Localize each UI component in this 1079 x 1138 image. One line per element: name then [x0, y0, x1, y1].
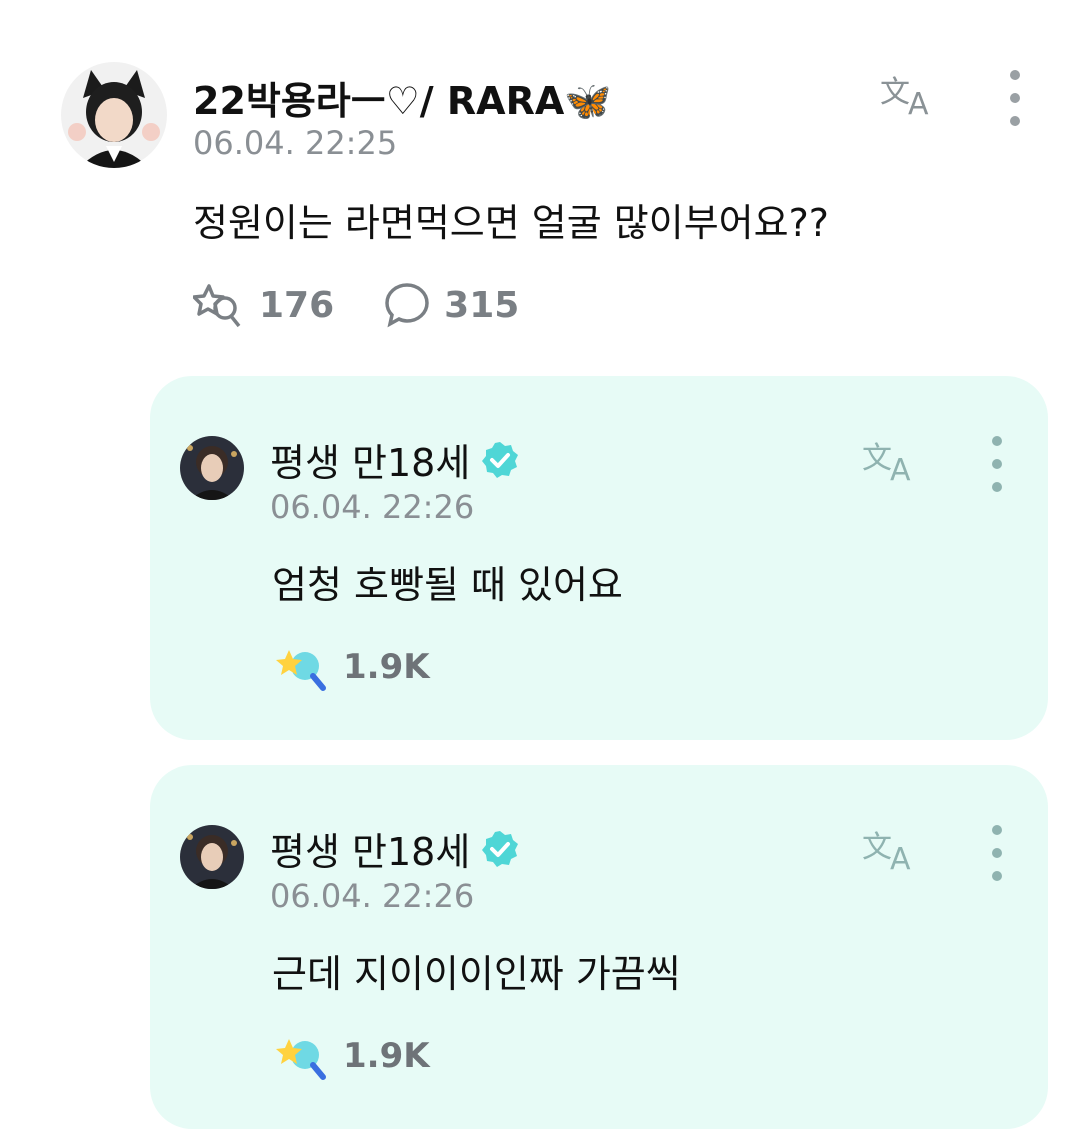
reply-card: 평생 만18세 06.04. 22:26 文 A 근데 지이이이인짜 가끔씩 1…	[150, 765, 1048, 1129]
more-vertical-icon[interactable]	[1005, 70, 1025, 126]
reply-text: 엄청 호빵될 때 있어요	[272, 563, 623, 607]
translate-icon[interactable]: 文 A	[860, 825, 924, 877]
like-magic-stick-icon	[276, 650, 326, 691]
post-author-avatar[interactable]	[61, 62, 167, 168]
like-count: 1.9K	[343, 647, 430, 687]
like-button[interactable]: 1.9K	[275, 642, 430, 692]
more-vertical-icon[interactable]	[987, 825, 1007, 881]
svg-text:A: A	[908, 87, 929, 118]
comment-bubble-icon	[385, 283, 429, 328]
reply-author-label: 평생 만18세	[270, 441, 471, 485]
reply-author-avatar[interactable]	[180, 436, 244, 500]
post-stats: 176 315	[193, 280, 569, 330]
reply-author-label: 평생 만18세	[270, 830, 471, 874]
post-timestamp: 06.04. 22:25	[193, 124, 398, 162]
svg-text:文: 文	[862, 441, 892, 476]
comment-count: 315	[444, 284, 520, 326]
reply-card: 평생 만18세 06.04. 22:26 文 A 엄청 호빵될 때 있어요 1.…	[150, 376, 1048, 740]
svg-text:A: A	[890, 842, 911, 873]
more-vertical-icon[interactable]	[987, 436, 1007, 492]
verified-badge-icon	[482, 441, 519, 478]
verified-badge-icon	[482, 830, 519, 867]
reply-text: 근데 지이이이인짜 가끔씩	[272, 952, 681, 996]
like-magic-stick-icon	[193, 284, 241, 328]
post-text: 정원이는 라면먹으면 얼굴 많이부어요??	[193, 201, 829, 245]
like-count: 1.9K	[343, 1036, 430, 1076]
like-button[interactable]: 1.9K	[275, 1031, 430, 1081]
svg-text:文: 文	[880, 75, 910, 110]
comment-button[interactable]: 315	[384, 282, 519, 328]
like-button[interactable]: 176	[193, 280, 334, 330]
like-count: 176	[259, 284, 335, 326]
translate-icon[interactable]: 文 A	[860, 436, 924, 488]
reply-timestamp: 06.04. 22:26	[270, 877, 475, 915]
reply-author-avatar[interactable]	[180, 825, 244, 889]
reply-timestamp: 06.04. 22:26	[270, 488, 475, 526]
translate-icon[interactable]: 文 A	[878, 70, 942, 122]
svg-text:文: 文	[862, 830, 892, 865]
post-author-name[interactable]: 22박용라ㅡ♡/ RARA🦋	[193, 70, 612, 125]
svg-text:A: A	[890, 453, 911, 484]
reply-author-name[interactable]: 평생 만18세	[270, 821, 520, 876]
like-magic-stick-icon	[276, 1039, 326, 1080]
reply-author-name[interactable]: 평생 만18세	[270, 432, 520, 487]
